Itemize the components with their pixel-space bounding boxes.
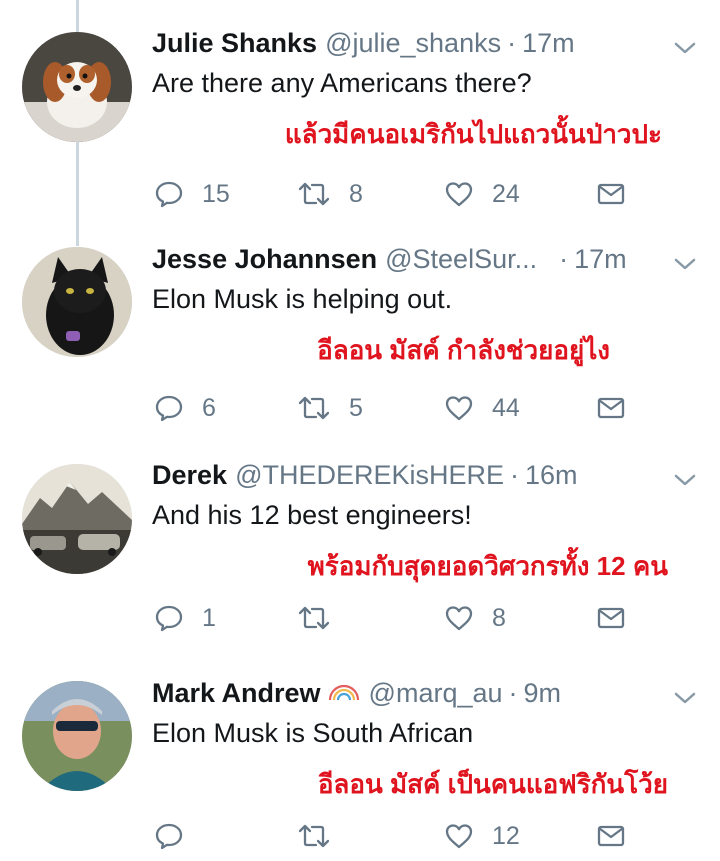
avatar[interactable] xyxy=(22,32,132,142)
display-name[interactable]: Julie Shanks xyxy=(152,28,317,59)
reply-icon xyxy=(155,395,183,422)
rainbow-icon xyxy=(328,684,359,701)
like-button[interactable]: 12 xyxy=(444,816,520,856)
retweet-button[interactable] xyxy=(297,816,349,856)
reply-icon xyxy=(155,181,183,208)
reply-button[interactable]: 1 xyxy=(154,598,216,638)
avatar[interactable] xyxy=(22,464,132,574)
thai-translation-caption: แล้วมีคนอเมริกันไปแถวนั้นป่าวปะ xyxy=(284,119,662,149)
envelope-icon xyxy=(597,607,625,629)
heart-icon xyxy=(445,396,473,421)
retweet-count: 8 xyxy=(349,179,363,208)
chevron-down-icon[interactable] xyxy=(672,688,698,708)
direct-message-button[interactable] xyxy=(596,598,626,638)
retweet-button[interactable]: 8 xyxy=(297,174,363,214)
separator-dot: · xyxy=(507,28,517,58)
separator-dot: · xyxy=(508,678,518,708)
chevron-down-icon[interactable] xyxy=(672,38,698,58)
like-count: 24 xyxy=(492,179,520,208)
like-button[interactable]: 24 xyxy=(444,174,520,214)
thai-translation-caption: พร้อมกับสุดยอดวิศวกรทั้ง 12 คน xyxy=(307,551,668,581)
envelope-icon xyxy=(597,397,625,419)
chevron-down-icon[interactable] xyxy=(672,254,698,274)
like-button[interactable]: 8 xyxy=(444,598,506,638)
like-button[interactable]: 44 xyxy=(444,388,520,428)
envelope-icon xyxy=(597,183,625,205)
timestamp[interactable]: 16m xyxy=(525,460,578,491)
avatar-landscape-image xyxy=(22,464,132,574)
tweet-actions: 6 5 44 xyxy=(152,388,672,428)
display-name[interactable]: Jesse Johannsen xyxy=(152,244,377,275)
heart-icon xyxy=(445,182,473,207)
user-handle[interactable]: @SteelSur... xyxy=(385,244,537,275)
tweet-actions: 12 xyxy=(152,816,672,856)
avatar[interactable] xyxy=(22,681,132,791)
avatar[interactable] xyxy=(22,247,132,357)
retweet-button[interactable]: 5 xyxy=(297,388,363,428)
thai-translation-caption: อีลอน มัสค์ กำลังช่วยอยู่ไง xyxy=(317,335,610,365)
direct-message-button[interactable] xyxy=(596,388,626,428)
reply-count: 1 xyxy=(202,603,216,632)
reply-icon xyxy=(155,605,183,632)
timestamp[interactable]: 9m xyxy=(524,678,562,709)
tweet-text: Elon Musk is South African xyxy=(152,718,474,748)
tweet-header: Mark Andrew @marq_au · 9m xyxy=(152,678,561,718)
like-count: 12 xyxy=(492,821,520,850)
like-count: 44 xyxy=(492,393,520,422)
retweet-button[interactable] xyxy=(297,598,349,638)
retweet-icon xyxy=(298,182,330,206)
reply-button[interactable]: 15 xyxy=(154,174,230,214)
tweet-header: Derek @THEDEREKisHERE · 16m xyxy=(152,460,578,500)
direct-message-button[interactable] xyxy=(596,174,626,214)
avatar-cat-image xyxy=(22,247,132,357)
envelope-icon xyxy=(597,825,625,847)
user-handle[interactable]: @marq_au xyxy=(369,678,503,709)
display-name[interactable]: Mark Andrew xyxy=(152,678,321,709)
reply-count: 15 xyxy=(202,179,230,208)
tweet-header: Jesse Johannsen @SteelSur... · 17m xyxy=(152,244,627,284)
avatar-dog-image xyxy=(22,32,132,142)
reply-button[interactable] xyxy=(154,816,202,856)
retweet-icon xyxy=(298,396,330,420)
user-handle[interactable]: @THEDEREKisHERE xyxy=(235,460,504,491)
chevron-down-icon[interactable] xyxy=(672,470,698,490)
separator-dot: · xyxy=(510,460,520,490)
retweet-icon xyxy=(298,824,330,848)
tweet-header: Julie Shanks @julie_shanks · 17m xyxy=(152,28,575,68)
separator-dot: · xyxy=(559,244,569,274)
timestamp[interactable]: 17m xyxy=(522,28,575,59)
reply-icon xyxy=(155,823,183,850)
reply-count: 6 xyxy=(202,393,216,422)
heart-icon xyxy=(445,606,473,631)
retweet-icon xyxy=(298,606,330,630)
tweet-actions: 15 8 24 xyxy=(152,174,672,214)
tweet-actions: 1 8 xyxy=(152,598,672,638)
direct-message-button[interactable] xyxy=(596,816,626,856)
thai-translation-caption: อีลอน มัสค์ เป็นคนแอฟริกันโว้ย xyxy=(317,769,668,799)
like-count: 8 xyxy=(492,603,506,632)
user-handle[interactable]: @julie_shanks xyxy=(325,28,501,59)
reply-button[interactable]: 6 xyxy=(154,388,216,428)
heart-icon xyxy=(445,824,473,849)
tweet-text: Are there any Americans there? xyxy=(152,68,532,98)
tweet-text: And his 12 best engineers! xyxy=(152,500,472,530)
retweet-count: 5 xyxy=(349,393,363,422)
timestamp[interactable]: 17m xyxy=(574,244,627,275)
avatar-man-image xyxy=(22,681,132,791)
tweet-text: Elon Musk is helping out. xyxy=(152,284,453,314)
display-name[interactable]: Derek xyxy=(152,460,227,491)
